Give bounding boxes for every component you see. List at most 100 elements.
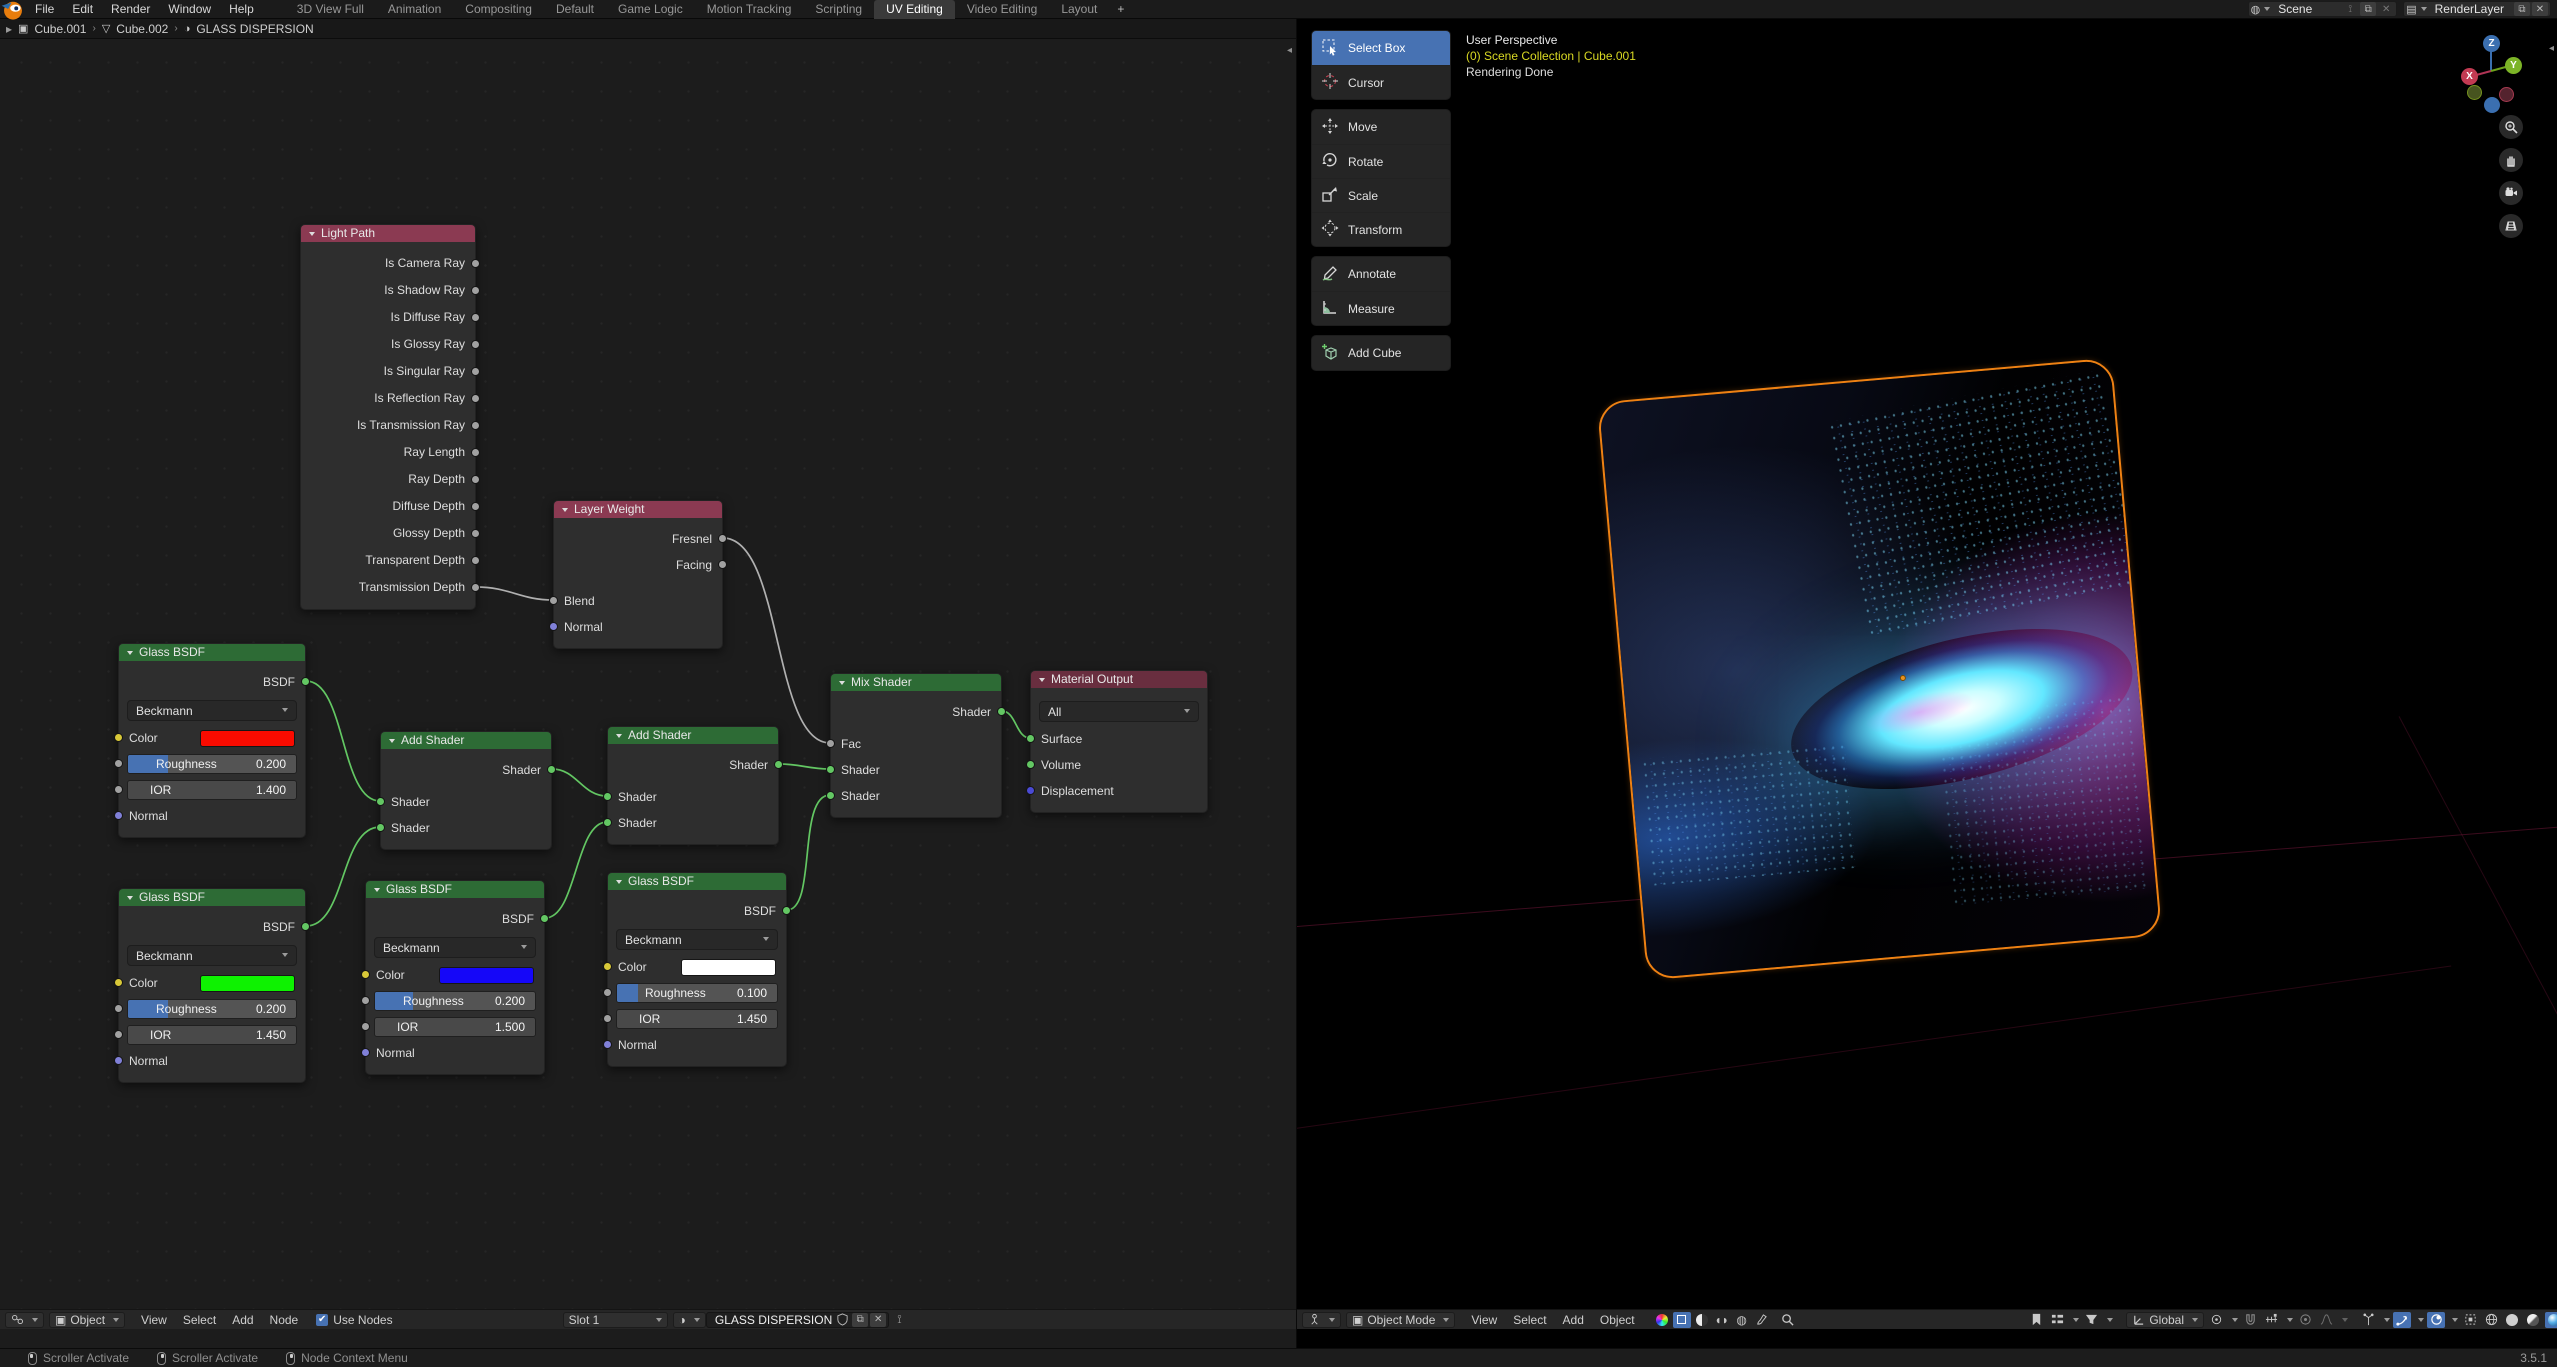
node-add-shader-1[interactable]: Add ShaderShaderShaderShader: [380, 731, 552, 850]
collapse-node-icon[interactable]: [616, 734, 622, 738]
workspace-tab-3d-view-full[interactable]: 3D View Full: [285, 0, 376, 19]
socket-left[interactable]: [826, 739, 835, 748]
material-preview-sphere-icon[interactable]: [1653, 1312, 1671, 1328]
node-header-mix-shader[interactable]: Mix Shader: [831, 674, 1001, 691]
zoom-view-button[interactable]: [2499, 115, 2523, 139]
pivot-point-icon[interactable]: [2207, 1312, 2225, 1328]
socket-right[interactable]: [471, 502, 480, 511]
fluid-drops-icon[interactable]: ◖◗: [1713, 1312, 1731, 1328]
close-render-layer-icon[interactable]: ✕: [2532, 2, 2548, 16]
camera-view-button[interactable]: [2499, 181, 2523, 205]
socket-right[interactable]: [471, 340, 480, 349]
tool-measure[interactable]: Measure: [1312, 291, 1450, 325]
object-select-mode-icon[interactable]: [1673, 1312, 1691, 1328]
roughness-slider[interactable]: Roughness0.100: [616, 983, 778, 1003]
color-swatch[interactable]: [200, 730, 295, 747]
gizmo-move-icon[interactable]: [2393, 1312, 2411, 1328]
node-menu-select[interactable]: Select: [175, 1313, 224, 1327]
editor-type-selector[interactable]: [5, 1312, 44, 1328]
menu-file[interactable]: File: [26, 0, 63, 19]
collapse-node-icon[interactable]: [374, 888, 380, 892]
ior-slider[interactable]: IOR1.450: [616, 1009, 778, 1029]
dropdown-beckmann[interactable]: Beckmann: [616, 929, 778, 950]
workspace-tab-video-editing[interactable]: Video Editing: [955, 0, 1050, 19]
toggle-xray-icon[interactable]: [2461, 1312, 2479, 1328]
workspace-tab-scripting[interactable]: Scripting: [803, 0, 874, 19]
socket-right[interactable]: [471, 475, 480, 484]
socket-left[interactable]: [826, 765, 835, 774]
dropdown-beckmann[interactable]: Beckmann: [127, 700, 297, 721]
axis-x-negative-ball[interactable]: [2499, 87, 2514, 102]
socket-right[interactable]: [301, 922, 310, 931]
axis-y-ball[interactable]: Y: [2505, 57, 2522, 74]
socket-left[interactable]: [549, 622, 558, 631]
socket-right[interactable]: [471, 529, 480, 538]
shading-material-icon[interactable]: [2524, 1312, 2542, 1328]
ior-slider[interactable]: IOR1.450: [127, 1025, 297, 1045]
snap-magnet-icon[interactable]: [2241, 1312, 2259, 1328]
tool-annotate[interactable]: Annotate: [1312, 257, 1450, 291]
shading-contrast-icon[interactable]: [1693, 1312, 1711, 1328]
socket-left[interactable]: [1026, 786, 1035, 795]
workspace-tab-animation[interactable]: Animation: [376, 0, 453, 19]
socket-right[interactable]: [540, 914, 549, 923]
menu-window[interactable]: Window: [159, 0, 220, 19]
roughness-slider[interactable]: Roughness0.200: [127, 754, 297, 774]
collapse-node-icon[interactable]: [839, 681, 845, 685]
workspace-tab-game-logic[interactable]: Game Logic: [606, 0, 695, 19]
socket-left[interactable]: [603, 988, 612, 997]
socket-right[interactable]: [471, 259, 480, 268]
socket-left[interactable]: [361, 996, 370, 1005]
socket-left[interactable]: [114, 811, 123, 820]
socket-left[interactable]: [114, 978, 123, 987]
unlink-material-icon[interactable]: ✕: [870, 1313, 886, 1327]
socket-right[interactable]: [471, 313, 480, 322]
collapse-node-icon[interactable]: [127, 651, 133, 655]
node-header-add-shader-2[interactable]: Add Shader: [608, 727, 778, 744]
socket-left[interactable]: [1026, 734, 1035, 743]
node-header-layer-weight[interactable]: Layer Weight: [554, 501, 722, 518]
socket-left[interactable]: [1026, 760, 1035, 769]
socket-right[interactable]: [774, 760, 783, 769]
color-swatch[interactable]: [439, 967, 534, 984]
socket-right[interactable]: [471, 286, 480, 295]
show-gizmo-icon[interactable]: [2359, 1312, 2377, 1328]
shading-solid-icon[interactable]: [2503, 1312, 2521, 1328]
pin-icon[interactable]: ⟟: [897, 1312, 901, 1327]
node-header-light-path[interactable]: Light Path: [301, 225, 475, 242]
socket-right[interactable]: [471, 583, 480, 592]
color-swatch[interactable]: [681, 959, 776, 976]
scene-selector[interactable]: ◍ Scene ⟟ ⧉ ✕: [2248, 1, 2398, 17]
socket-left[interactable]: [361, 970, 370, 979]
node-material-output[interactable]: Material OutputAllSurfaceVolumeDisplacem…: [1030, 670, 1208, 813]
orthographic-grid-button[interactable]: [2499, 214, 2523, 238]
node-mix-shader[interactable]: Mix ShaderShaderFacShaderShader: [830, 673, 1002, 818]
socket-left[interactable]: [603, 1040, 612, 1049]
node-sidebar-collapse-icon[interactable]: ◂: [1287, 45, 1292, 56]
filter-funnel-icon[interactable]: [2082, 1312, 2100, 1328]
socket-right[interactable]: [471, 448, 480, 457]
axis-y-negative-ball[interactable]: [2467, 85, 2482, 100]
viewport-sidebar-collapse-icon[interactable]: ◂: [2549, 43, 2554, 54]
outliner-tree-icon[interactable]: [2048, 1312, 2066, 1328]
collapse-node-icon[interactable]: [127, 896, 133, 900]
socket-right[interactable]: [997, 707, 1006, 716]
node-header-material-output[interactable]: Material Output: [1031, 671, 1207, 688]
browse-material-button[interactable]: ◑: [673, 1312, 706, 1328]
collapse-node-icon[interactable]: [616, 880, 622, 884]
ior-slider[interactable]: IOR1.500: [374, 1017, 536, 1037]
scene-name[interactable]: Scene: [2270, 2, 2340, 16]
socket-left[interactable]: [361, 1022, 370, 1031]
tool-scale[interactable]: Scale: [1312, 178, 1450, 212]
tool-move[interactable]: Move: [1312, 110, 1450, 144]
shader-type-selector[interactable]: ▣ Object: [49, 1312, 125, 1328]
dropdown-beckmann[interactable]: Beckmann: [127, 945, 297, 966]
node-header-glass-bsdf-4[interactable]: Glass BSDF: [608, 873, 786, 890]
ior-slider[interactable]: IOR1.400: [127, 780, 297, 800]
shading-rendered-icon[interactable]: [2545, 1312, 2557, 1328]
breadcrumb-object[interactable]: Cube.001: [34, 22, 86, 36]
viewport-menu-add[interactable]: Add: [1555, 1313, 1592, 1327]
close-scene-icon[interactable]: ✕: [2378, 2, 2394, 16]
snap-target-icon[interactable]: [2262, 1312, 2280, 1328]
node-header-add-shader-1[interactable]: Add Shader: [381, 732, 551, 749]
